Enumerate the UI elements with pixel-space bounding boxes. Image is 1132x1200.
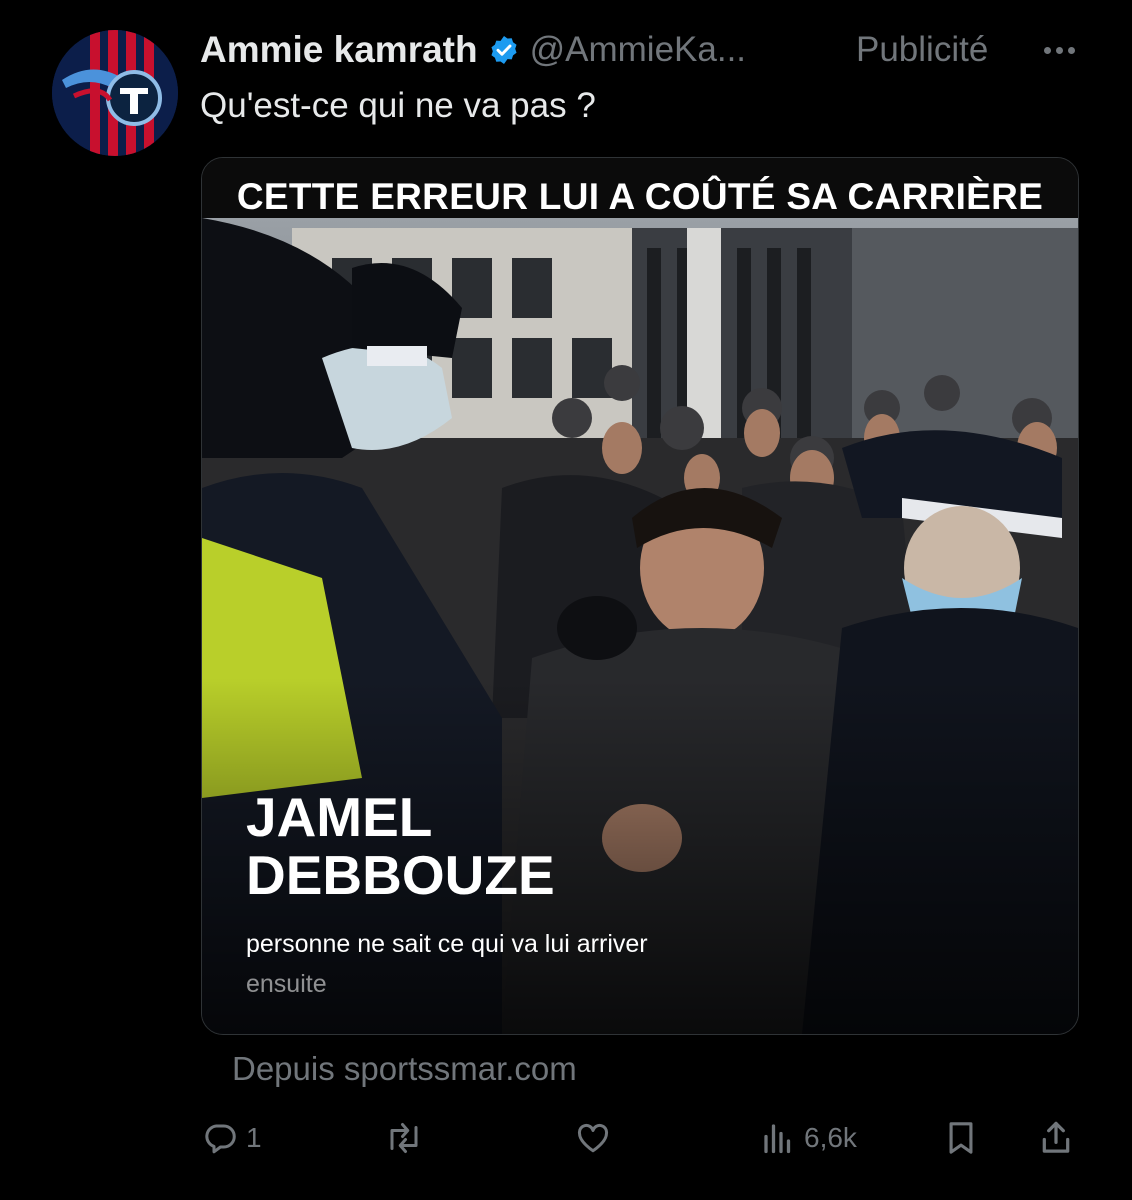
author-handle[interactable]: @AmmieKa... — [530, 30, 746, 70]
media-banner-text: CETTE ERREUR LUI A COÛTÉ SA CARRIÈRE — [236, 176, 1044, 217]
verified-icon — [488, 34, 520, 66]
action-bar: 1 6,6k — [200, 1108, 1080, 1168]
retweet-button[interactable] — [384, 1108, 424, 1168]
views-count: 6,6k — [804, 1122, 857, 1153]
like-icon — [574, 1120, 612, 1156]
more-icon[interactable] — [1034, 30, 1084, 70]
like-button[interactable] — [574, 1108, 612, 1168]
share-icon — [1038, 1119, 1074, 1157]
media-headline-line2: DEBBOUZE — [246, 844, 555, 906]
reply-button[interactable]: 1 — [202, 1108, 262, 1168]
source-link[interactable]: Depuis sportssmar.com — [232, 1050, 577, 1088]
avatar[interactable] — [52, 30, 178, 156]
reply-count: 1 — [246, 1122, 262, 1153]
media-subtitle: personne ne sait ce qui va lui arriver e… — [246, 924, 648, 1004]
promoted-label: Publicité — [856, 30, 989, 69]
share-button[interactable] — [1038, 1108, 1074, 1168]
reply-icon — [202, 1120, 238, 1156]
media-subtitle-line2: ensuite — [246, 970, 327, 998]
views-icon — [760, 1120, 796, 1156]
views-button[interactable]: 6,6k — [760, 1108, 857, 1168]
team-logo-icon — [52, 30, 178, 156]
media-subtitle-line1: personne ne sait ce qui va lui arriver — [246, 930, 648, 958]
tweet-text: Qu'est-ce qui ne va pas ? — [200, 86, 596, 125]
media-image[interactable]: CETTE ERREUR LUI A COÛTÉ SA CARRIÈRE JAM… — [201, 157, 1079, 1035]
media-headline: JAMEL DEBBOUZE — [246, 788, 555, 904]
tweet-header: Ammie kamrath @AmmieKa... Publicité — [200, 26, 1132, 74]
bookmark-button[interactable] — [944, 1108, 978, 1168]
bookmark-icon — [944, 1119, 978, 1157]
media-headline-line1: JAMEL — [246, 786, 433, 848]
author-name[interactable]: Ammie kamrath — [200, 29, 478, 71]
retweet-icon — [384, 1120, 424, 1156]
